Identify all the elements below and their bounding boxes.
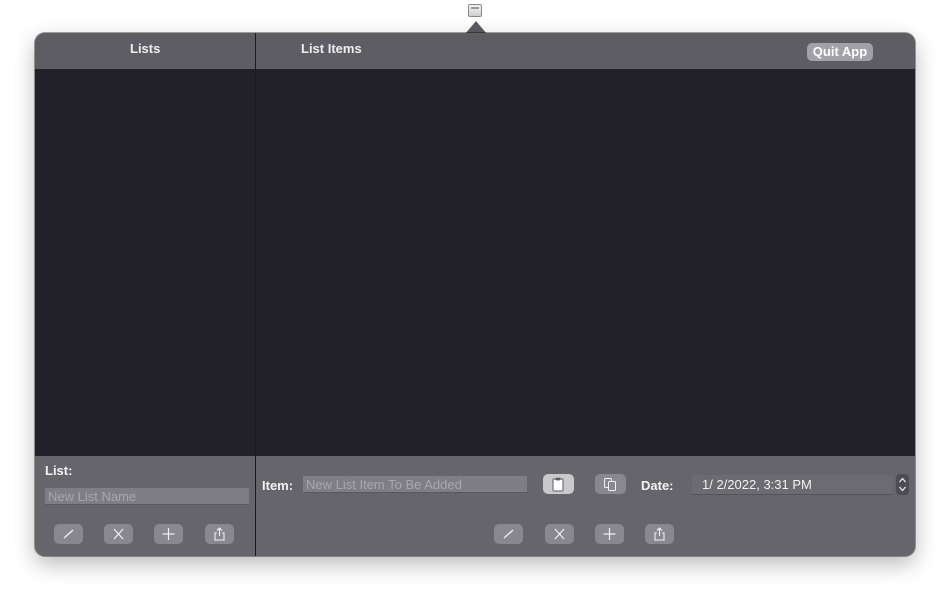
lists-table[interactable]: [35, 69, 255, 456]
share-item-button[interactable]: [645, 524, 674, 544]
quit-app-button[interactable]: Quit App: [807, 43, 873, 61]
edit-list-button[interactable]: [54, 524, 83, 544]
x-icon: [113, 528, 124, 540]
share-list-button[interactable]: [205, 524, 234, 544]
plus-icon: [162, 528, 175, 540]
app-status-icon[interactable]: [468, 4, 482, 17]
pencil-icon: [503, 529, 514, 539]
item-label: Item:: [262, 478, 294, 493]
plus-icon: [603, 528, 616, 540]
copy-button[interactable]: [595, 474, 626, 494]
popover-window: Lists List Items Quit App List: Item: Da…: [35, 33, 915, 556]
list-items-table[interactable]: [256, 69, 915, 456]
add-list-button[interactable]: [154, 524, 183, 544]
up-down-stepper-icon: [899, 477, 906, 492]
copy-icon: [604, 478, 616, 491]
pencil-icon: [63, 529, 74, 539]
share-icon: [654, 527, 665, 541]
share-icon: [214, 527, 225, 541]
column-divider: [255, 33, 256, 556]
delete-item-button[interactable]: [545, 524, 574, 544]
list-items-column-title: List Items: [301, 41, 362, 56]
list-label: List:: [45, 463, 73, 478]
add-item-button[interactable]: [595, 524, 624, 544]
paste-icon: [552, 477, 564, 492]
paste-button[interactable]: [543, 474, 574, 494]
edit-item-button[interactable]: [494, 524, 523, 544]
date-stepper[interactable]: [896, 474, 909, 495]
x-icon: [554, 528, 565, 540]
new-list-item-input[interactable]: [303, 476, 527, 493]
header-row: Lists List Items Quit App: [35, 33, 915, 69]
new-list-name-input[interactable]: [45, 488, 249, 505]
date-label: Date:: [641, 478, 674, 493]
date-picker-field[interactable]: 1/ 2/2022, 3:31 PM: [692, 475, 893, 495]
lists-column-title: Lists: [130, 41, 161, 56]
delete-list-button[interactable]: [104, 524, 133, 544]
